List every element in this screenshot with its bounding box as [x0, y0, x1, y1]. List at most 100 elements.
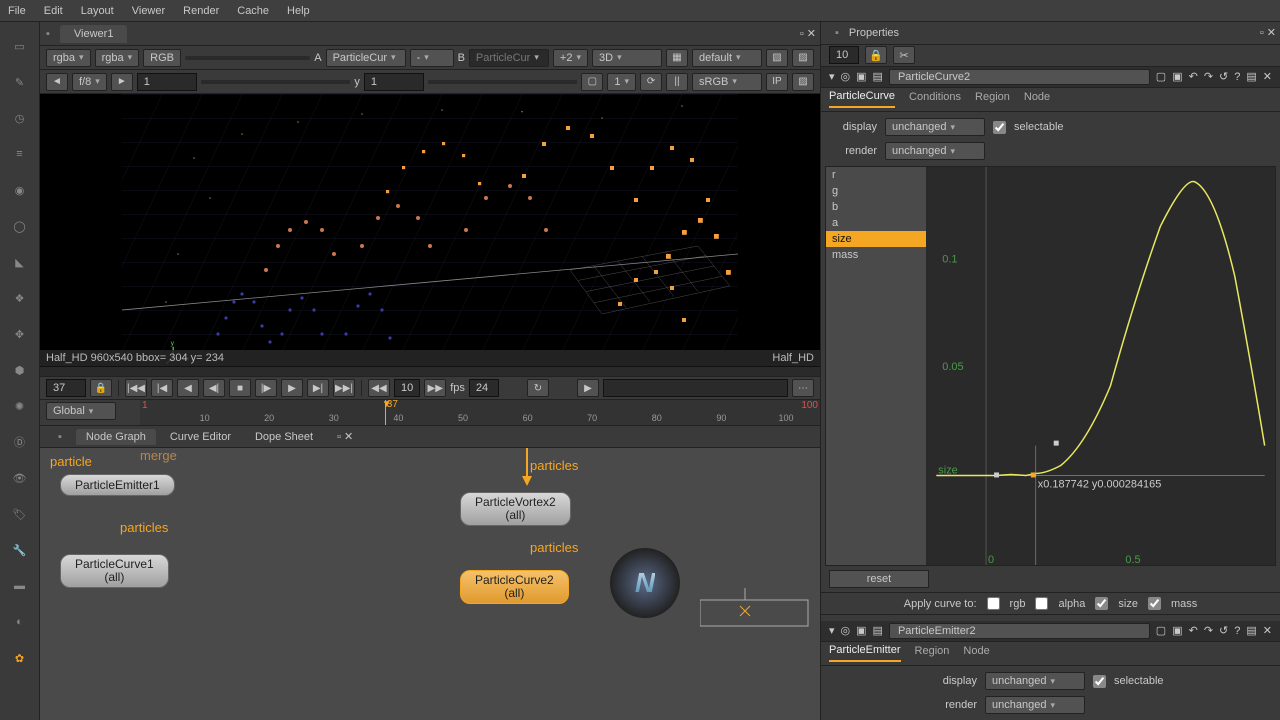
render-icon[interactable]: ▤: [873, 624, 883, 637]
attr-item-a[interactable]: a: [826, 215, 926, 231]
ng-panel-controls[interactable]: ▫ ✕: [327, 428, 363, 445]
props-count-field[interactable]: 10: [829, 46, 859, 64]
range-field[interactable]: 10: [394, 379, 420, 397]
node-name-field[interactable]: ParticleCurve2: [889, 69, 1150, 85]
roi-btn[interactable]: ▢: [581, 73, 603, 91]
min-icon[interactable]: ▤: [1246, 70, 1256, 83]
current-frame-field[interactable]: 37: [46, 379, 86, 397]
fstop-select[interactable]: f/8: [72, 73, 107, 91]
help-icon[interactable]: ?: [1234, 71, 1240, 83]
selectable-checkbox-2[interactable]: [1093, 675, 1106, 688]
colorspace-select[interactable]: sRGB: [692, 73, 762, 91]
channel-select-1[interactable]: rgba: [46, 49, 91, 67]
curve-plot[interactable]: 0.1 0.05 0 0.5 size x0.187742 y0.0002841…: [926, 167, 1275, 565]
float-icon[interactable]: ▣: [1172, 70, 1182, 83]
tool-channel-icon[interactable]: ≡: [10, 144, 30, 164]
a-node-select[interactable]: ParticleCur: [326, 49, 406, 67]
redo-icon[interactable]: ↷: [1204, 624, 1213, 637]
expand-icon[interactable]: ▾: [829, 70, 835, 83]
step-back-button[interactable]: ◀|: [203, 379, 225, 397]
prev-frame-btn[interactable]: ◄: [46, 73, 68, 91]
attr-item-mass[interactable]: mass: [826, 247, 926, 263]
channel-select-2[interactable]: rgba: [95, 49, 140, 67]
node-particle-emitter[interactable]: ParticleEmitter1: [60, 474, 175, 496]
menu-layout[interactable]: Layout: [81, 5, 114, 17]
attribute-list[interactable]: rgbasizemass: [826, 167, 926, 565]
view-mode-select[interactable]: 3D: [592, 49, 662, 67]
timeline[interactable]: Global 1 100 37▼ 102030405060708090100: [40, 400, 820, 426]
display-select-2[interactable]: unchanged: [985, 672, 1085, 690]
tool-image-icon[interactable]: ▭: [10, 36, 30, 56]
tool-meta-icon[interactable]: 🏷: [10, 504, 30, 524]
range-out-button[interactable]: ▶▶: [424, 379, 446, 397]
expand-icon[interactable]: ▾: [829, 624, 835, 637]
fps-field[interactable]: 24: [469, 379, 499, 397]
tool-all-icon[interactable]: ◐: [10, 612, 30, 632]
node-particle-curve2[interactable]: ParticleCurve2(all): [460, 570, 569, 604]
tab-dopesheet[interactable]: Dope Sheet: [245, 429, 323, 445]
tab-curveeditor[interactable]: Curve Editor: [160, 429, 241, 445]
gain-field[interactable]: 1: [364, 73, 424, 91]
tool-draw-icon[interactable]: ✎: [10, 72, 30, 92]
node-particle-vortex[interactable]: ParticleVortex2(all): [460, 492, 571, 526]
selectable-checkbox[interactable]: [993, 121, 1006, 134]
menu-cache[interactable]: Cache: [237, 5, 269, 17]
tool-particles-icon[interactable]: ✺: [10, 396, 30, 416]
menu-render[interactable]: Render: [183, 5, 219, 17]
loop-button[interactable]: ↻: [527, 379, 549, 397]
lut-select[interactable]: default: [692, 49, 762, 67]
close-icon[interactable]: ✕: [1263, 624, 1272, 637]
apply-mass-checkbox[interactable]: [1148, 597, 1161, 610]
view-btn-1[interactable]: ▦: [666, 49, 688, 67]
render-select[interactable]: unchanged: [885, 142, 985, 160]
timeline-mode-select[interactable]: Global: [46, 402, 116, 420]
tab-region[interactable]: Region: [975, 91, 1010, 107]
revert-icon[interactable]: ↺: [1219, 624, 1228, 637]
attr-item-r[interactable]: r: [826, 167, 926, 183]
center-icon[interactable]: ◎: [841, 70, 851, 83]
tab-particleemitter[interactable]: ParticleEmitter: [829, 644, 901, 662]
tool-keyer-icon[interactable]: ◣: [10, 252, 30, 272]
tab-nodegraph[interactable]: Node Graph: [76, 429, 156, 445]
overlay-btn-2[interactable]: ▨: [792, 49, 814, 67]
viewer-icon[interactable]: ▣: [856, 70, 866, 83]
lock-button[interactable]: 🔒: [90, 379, 112, 397]
tool-deep-icon[interactable]: Ⓓ: [10, 432, 30, 452]
pause-btn[interactable]: ||: [666, 73, 688, 91]
undo-icon[interactable]: ↶: [1189, 70, 1198, 83]
tool-merge-icon[interactable]: ❖: [10, 288, 30, 308]
redo-icon[interactable]: ↷: [1204, 70, 1213, 83]
tab-particlecurve[interactable]: ParticleCurve: [829, 90, 895, 108]
blend-select[interactable]: -: [410, 49, 454, 67]
range-in-button[interactable]: ◀◀: [368, 379, 390, 397]
menu-viewer[interactable]: Viewer: [132, 5, 165, 17]
menu-file[interactable]: File: [8, 5, 26, 17]
attr-item-g[interactable]: g: [826, 183, 926, 199]
node-graph[interactable]: particle merge ParticleEmitter1 particle…: [40, 448, 820, 720]
reset-button[interactable]: reset: [829, 570, 929, 588]
gamma-field[interactable]: 1: [137, 73, 197, 91]
node-particle-curve1[interactable]: ParticleCurve1(all): [60, 554, 169, 588]
tab-node-2[interactable]: Node: [963, 645, 989, 661]
props-lock-button[interactable]: 🔒: [865, 46, 887, 64]
close-icon[interactable]: ✕: [1263, 70, 1272, 83]
hatch-btn[interactable]: ▨: [792, 73, 814, 91]
display-select[interactable]: unchanged: [885, 118, 985, 136]
viewer-icon[interactable]: ▣: [856, 624, 866, 637]
play-button[interactable]: ▶: [281, 379, 303, 397]
hide-icon[interactable]: ▢: [1156, 70, 1166, 83]
next-key-button[interactable]: ▶|: [307, 379, 329, 397]
apply-alpha-checkbox[interactable]: [1035, 597, 1048, 610]
panel-controls[interactable]: ▫ ✕: [800, 27, 816, 40]
tool-transform-icon[interactable]: ✥: [10, 324, 30, 344]
stop-button[interactable]: ■: [229, 379, 251, 397]
props-clear-button[interactable]: ✂: [893, 46, 915, 64]
tab-region-2[interactable]: Region: [915, 645, 950, 661]
apply-rgb-checkbox[interactable]: [987, 597, 1000, 610]
tool-time-icon[interactable]: ◷: [10, 108, 30, 128]
tab-node[interactable]: Node: [1024, 91, 1050, 107]
channel-rgb[interactable]: RGB: [143, 49, 181, 67]
tool-color-icon[interactable]: ◉: [10, 180, 30, 200]
undo-icon[interactable]: ↶: [1189, 624, 1198, 637]
last-frame-button[interactable]: ▶▶|: [333, 379, 355, 397]
